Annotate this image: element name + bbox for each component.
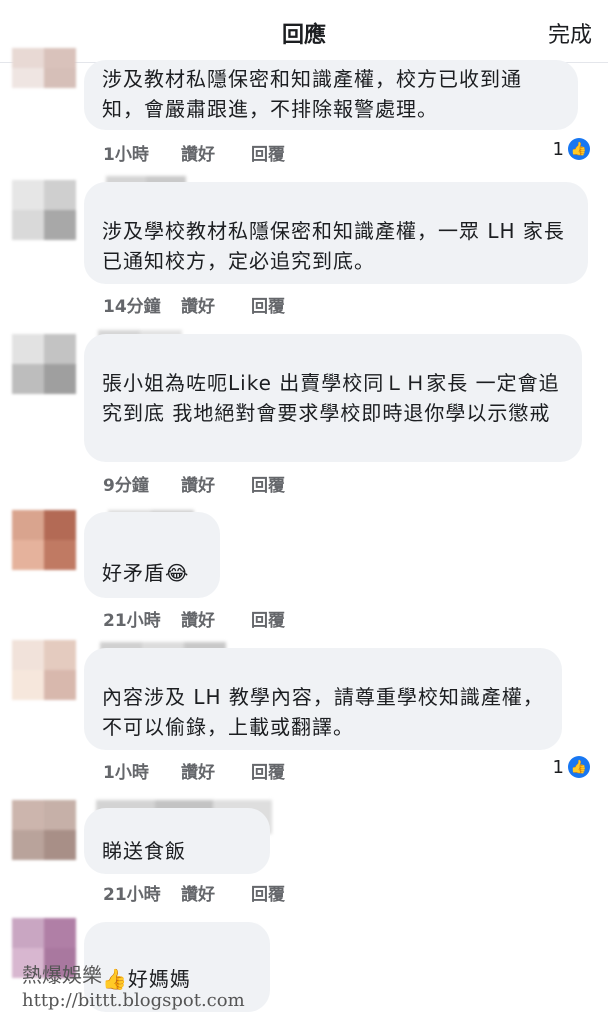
comment-time: 21小時 xyxy=(103,885,161,905)
reply-button[interactable]: 回覆 xyxy=(251,606,285,631)
watermark: 熱爆娛樂 http://bittt.blogspot.com xyxy=(22,962,245,1014)
avatar[interactable] xyxy=(12,180,76,240)
reaction-number: 1 xyxy=(552,756,564,778)
avatar[interactable] xyxy=(12,334,76,394)
like-button[interactable]: 讚好 xyxy=(181,880,251,905)
watermark-title: 熱爆娛樂 xyxy=(22,963,102,987)
page-title: 回應 xyxy=(281,23,326,48)
avatar[interactable] xyxy=(12,640,76,700)
comment-actions: 14分鐘 讚好 回覆 xyxy=(103,292,285,317)
comment-time: 9分鐘 xyxy=(103,476,149,496)
like-button[interactable]: 讚好 xyxy=(181,606,251,631)
like-reaction-icon: 👍 xyxy=(568,756,590,778)
like-button[interactable]: 讚好 xyxy=(181,471,251,496)
reply-button[interactable]: 回覆 xyxy=(251,292,285,317)
reply-button[interactable]: 回覆 xyxy=(251,880,285,905)
avatar[interactable] xyxy=(12,510,76,570)
comment-time: 1小時 xyxy=(103,763,149,783)
reply-button[interactable]: 回覆 xyxy=(251,758,285,783)
comment-actions: 1小時 讚好 回覆 xyxy=(103,758,285,783)
comment-text: 涉及學校教材私隱保密和知識產權，一眾 LH 家長已通知校方，定必追究到底。 xyxy=(102,219,565,273)
laughing-emoji-icon: 😂 xyxy=(165,561,190,585)
comment-bubble: 內容涉及 LH 教學內容，請尊重學校知識產權，不可以偷錄，上載或翻譯。 xyxy=(84,648,562,750)
reaction-count[interactable]: 1 👍 xyxy=(553,138,590,160)
comment-text: 張小姐為咗呃Like 出賣學校同ＬＨ家長 一定會追究到底 我地絕對會要求學校即時… xyxy=(102,371,560,425)
reply-button[interactable]: 回覆 xyxy=(251,140,285,165)
like-button[interactable]: 讚好 xyxy=(181,140,251,165)
comment-bubble: 睇送食飯 xyxy=(84,808,270,874)
comment-text: 睇送食飯 xyxy=(102,839,186,863)
comment-actions: 9分鐘 讚好 回覆 xyxy=(103,471,285,496)
like-button[interactable]: 讚好 xyxy=(181,292,251,317)
comment-time: 1小時 xyxy=(103,145,149,165)
comment-text: 內容涉及 LH 教學內容，請尊重學校知識產權，不可以偷錄，上載或翻譯。 xyxy=(102,685,544,739)
comment-text: 涉及教材私隱保密和知識產權，校方已收到通知，會嚴肅跟進，不排除報警處理。 xyxy=(102,67,522,121)
avatar[interactable] xyxy=(12,800,76,860)
reaction-count[interactable]: 1 👍 xyxy=(553,756,590,778)
watermark-url: http://bittt.blogspot.com xyxy=(22,990,245,1011)
comment-actions: 1小時 讚好 回覆 xyxy=(103,140,285,165)
comments-header: 回應 完成 xyxy=(0,0,608,63)
reaction-number: 1 xyxy=(552,138,564,160)
comment-text: 好矛盾 xyxy=(102,561,165,585)
avatar[interactable] xyxy=(12,48,76,88)
like-reaction-icon: 👍 xyxy=(568,138,590,160)
comment-bubble: 張小姐為咗呃Like 出賣學校同ＬＨ家長 一定會追究到底 我地絕對會要求學校即時… xyxy=(84,334,582,462)
done-button[interactable]: 完成 xyxy=(548,17,592,49)
comment-time: 21小時 xyxy=(103,611,161,631)
reply-button[interactable]: 回覆 xyxy=(251,471,285,496)
comment-bubble: 涉及學校教材私隱保密和知識產權，一眾 LH 家長已通知校方，定必追究到底。 xyxy=(84,182,588,284)
comment-bubble: 好矛盾😂 xyxy=(84,512,220,598)
comment-bubble: 涉及教材私隱保密和知識產權，校方已收到通知，會嚴肅跟進，不排除報警處理。 xyxy=(84,60,578,130)
like-button[interactable]: 讚好 xyxy=(181,758,251,783)
comment-actions: 21小時 讚好 回覆 xyxy=(103,880,285,905)
comment-actions: 21小時 讚好 回覆 xyxy=(103,606,285,631)
comment-time: 14分鐘 xyxy=(103,297,161,317)
